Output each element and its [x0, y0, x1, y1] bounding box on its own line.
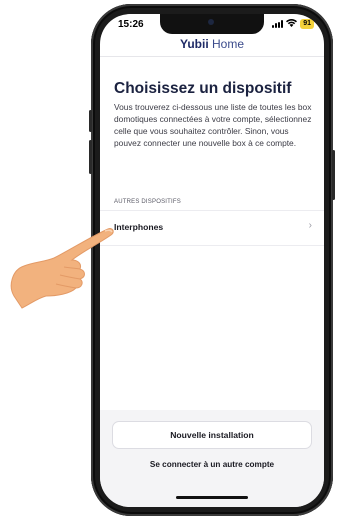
brand-suffix: Home	[208, 37, 244, 51]
wifi-icon	[286, 19, 298, 29]
status-icons: 91	[272, 19, 314, 29]
phone-notch	[160, 14, 264, 34]
battery-indicator: 91	[300, 19, 314, 29]
connect-other-account-button[interactable]: Se connecter à un autre compte	[100, 460, 324, 469]
phone-side-button-right	[332, 150, 335, 200]
home-indicator[interactable]	[176, 496, 248, 499]
phone-side-button-left-2	[89, 140, 92, 174]
stage: 15:26 91 Yubii Home Choisissez un dispos…	[0, 0, 341, 520]
phone-side-button-left-1	[89, 110, 92, 132]
list-item-interphones[interactable]: Interphones ›	[100, 210, 324, 246]
new-installation-button[interactable]: Nouvelle installation	[112, 421, 312, 449]
signal-icon	[272, 20, 284, 28]
phone-screen: 15:26 91 Yubii Home Choisissez un dispos…	[100, 14, 324, 507]
brand-name: Yubii	[179, 37, 209, 51]
status-time: 15:26	[118, 19, 144, 30]
page-title: Choisissez un dispositif	[114, 80, 292, 97]
page-description: Vous trouverez ci-dessous une liste de t…	[114, 102, 312, 149]
section-label: AUTRES DISPOSITIFS	[114, 199, 181, 205]
header-divider	[100, 56, 324, 57]
chevron-right-icon: ›	[308, 220, 312, 231]
brand-logo: Yubii Home	[100, 37, 324, 51]
list-item-label: Interphones	[114, 222, 164, 232]
camera-icon	[208, 19, 214, 25]
pointing-hand-icon	[10, 228, 114, 309]
